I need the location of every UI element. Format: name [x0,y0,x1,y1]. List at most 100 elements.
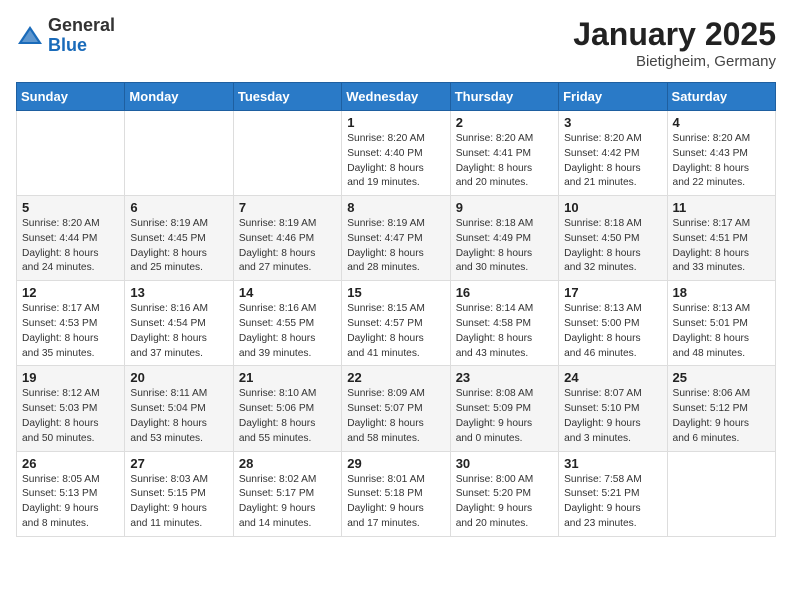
day-number: 18 [673,285,770,300]
day-info: Sunrise: 8:09 AM Sunset: 5:07 PM Dayligh… [347,387,444,446]
day-number: 29 [347,456,444,471]
calendar-cell [233,111,341,196]
day-info: Sunrise: 8:10 AM Sunset: 5:06 PM Dayligh… [239,387,336,446]
day-info: Sunrise: 8:18 AM Sunset: 4:50 PM Dayligh… [564,217,661,276]
calendar-cell: 2 Sunrise: 8:20 AM Sunset: 4:41 PM Daylig… [450,111,558,196]
calendar-cell: 14 Sunrise: 8:16 AM Sunset: 4:55 PM Dayli… [233,281,341,366]
day-info: Sunrise: 8:01 AM Sunset: 5:18 PM Dayligh… [347,473,444,532]
day-number: 27 [130,456,227,471]
calendar-cell: 28Sunrise: 8:02 AM Sunset: 5:17 PM Dayli… [233,451,341,536]
day-info: Sunrise: 8:11 AM Sunset: 5:04 PM Dayligh… [130,387,227,446]
day-info: Sunrise: 8:13 AM Sunset: 5:01 PM Dayligh… [673,302,770,361]
day-info: Sunrise: 8:00 AM Sunset: 5:20 PM Dayligh… [456,473,553,532]
day-number: 10 [564,200,661,215]
calendar-cell [667,451,775,536]
day-info: Sunrise: 8:17 AM Sunset: 4:53 PM Dayligh… [22,302,119,361]
day-number: 15 [347,285,444,300]
day-info: Sunrise: 8:15 AM Sunset: 4:57 PM Dayligh… [347,302,444,361]
day-info: Sunrise: 8:20 AM Sunset: 4:41 PM Dayligh… [456,132,553,191]
calendar-header-monday: Monday [125,83,233,111]
calendar-cell: 7Sunrise: 8:19 AM Sunset: 4:46 PM Daylig… [233,196,341,281]
calendar-week-3: 12 Sunrise: 8:17 AM Sunset: 4:53 PM Dayli… [17,281,776,366]
title-block: January 2025 Bietigheim, Germany [573,16,776,70]
day-info: Sunrise: 8:20 AM Sunset: 4:40 PM Dayligh… [347,132,444,191]
day-info: Sunrise: 8:20 AM Sunset: 4:42 PM Dayligh… [564,132,661,191]
calendar-cell: 24 Sunrise: 8:07 AM Sunset: 5:10 PM Dayli… [559,366,667,451]
day-info: Sunrise: 8:07 AM Sunset: 5:10 PM Dayligh… [564,387,661,446]
calendar-cell: 19 Sunrise: 8:12 AM Sunset: 5:03 PM Dayli… [17,366,125,451]
calendar-table: SundayMondayTuesdayWednesdayThursdayFrid… [16,82,776,537]
day-info: Sunrise: 8:13 AM Sunset: 5:00 PM Dayligh… [564,302,661,361]
calendar-header-thursday: Thursday [450,83,558,111]
calendar-cell: 6 Sunrise: 8:19 AM Sunset: 4:45 PM Daylig… [125,196,233,281]
day-number: 25 [673,370,770,385]
day-info: Sunrise: 8:06 AM Sunset: 5:12 PM Dayligh… [673,387,770,446]
calendar-cell: 5Sunrise: 8:20 AM Sunset: 4:44 PM Daylig… [17,196,125,281]
day-number: 21 [239,370,336,385]
calendar-cell: 8 Sunrise: 8:19 AM Sunset: 4:47 PM Daylig… [342,196,450,281]
calendar-cell: 3 Sunrise: 8:20 AM Sunset: 4:42 PM Daylig… [559,111,667,196]
day-info: Sunrise: 8:18 AM Sunset: 4:49 PM Dayligh… [456,217,553,276]
calendar-cell: 23Sunrise: 8:08 AM Sunset: 5:09 PM Dayli… [450,366,558,451]
day-number: 7 [239,200,336,215]
day-info: Sunrise: 8:12 AM Sunset: 5:03 PM Dayligh… [22,387,119,446]
day-number: 12 [22,285,119,300]
logo-blue-text: Blue [48,36,115,56]
day-info: Sunrise: 8:14 AM Sunset: 4:58 PM Dayligh… [456,302,553,361]
calendar-cell: 10 Sunrise: 8:18 AM Sunset: 4:50 PM Dayli… [559,196,667,281]
calendar-cell: 27 Sunrise: 8:03 AM Sunset: 5:15 PM Dayli… [125,451,233,536]
day-info: Sunrise: 8:19 AM Sunset: 4:47 PM Dayligh… [347,217,444,276]
day-number: 5 [22,200,119,215]
month-title: January 2025 [573,16,776,53]
day-number: 1 [347,115,444,130]
calendar-cell: 16 Sunrise: 8:14 AM Sunset: 4:58 PM Dayli… [450,281,558,366]
calendar-week-5: 26Sunrise: 8:05 AM Sunset: 5:13 PM Dayli… [17,451,776,536]
logo-icon [16,22,44,50]
calendar-week-2: 5Sunrise: 8:20 AM Sunset: 4:44 PM Daylig… [17,196,776,281]
day-number: 17 [564,285,661,300]
day-info: Sunrise: 8:08 AM Sunset: 5:09 PM Dayligh… [456,387,553,446]
calendar-header-sunday: Sunday [17,83,125,111]
location-text: Bietigheim, Germany [573,53,776,70]
calendar-cell: 12 Sunrise: 8:17 AM Sunset: 4:53 PM Dayli… [17,281,125,366]
day-number: 28 [239,456,336,471]
day-number: 8 [347,200,444,215]
calendar-cell: 15 Sunrise: 8:15 AM Sunset: 4:57 PM Dayli… [342,281,450,366]
day-number: 11 [673,200,770,215]
calendar-cell: 18 Sunrise: 8:13 AM Sunset: 5:01 PM Dayli… [667,281,775,366]
day-number: 24 [564,370,661,385]
day-info: Sunrise: 8:20 AM Sunset: 4:43 PM Dayligh… [673,132,770,191]
day-number: 31 [564,456,661,471]
calendar-header-friday: Friday [559,83,667,111]
calendar-cell: 31 Sunrise: 7:58 AM Sunset: 5:21 PM Dayli… [559,451,667,536]
calendar-cell: 1 Sunrise: 8:20 AM Sunset: 4:40 PM Daylig… [342,111,450,196]
day-number: 20 [130,370,227,385]
day-info: Sunrise: 8:03 AM Sunset: 5:15 PM Dayligh… [130,473,227,532]
calendar-week-4: 19 Sunrise: 8:12 AM Sunset: 5:03 PM Dayli… [17,366,776,451]
day-number: 19 [22,370,119,385]
logo-text: General Blue [48,16,115,56]
day-number: 3 [564,115,661,130]
day-number: 16 [456,285,553,300]
day-number: 22 [347,370,444,385]
logo-general-text: General [48,16,115,36]
calendar-cell: 29 Sunrise: 8:01 AM Sunset: 5:18 PM Dayli… [342,451,450,536]
calendar-header-saturday: Saturday [667,83,775,111]
day-number: 26 [22,456,119,471]
day-number: 4 [673,115,770,130]
calendar-cell: 13Sunrise: 8:16 AM Sunset: 4:54 PM Dayli… [125,281,233,366]
day-number: 2 [456,115,553,130]
calendar-header-wednesday: Wednesday [342,83,450,111]
day-info: Sunrise: 8:16 AM Sunset: 4:55 PM Dayligh… [239,302,336,361]
day-number: 6 [130,200,227,215]
calendar-cell: 25 Sunrise: 8:06 AM Sunset: 5:12 PM Dayli… [667,366,775,451]
day-number: 14 [239,285,336,300]
calendar-cell: 30Sunrise: 8:00 AM Sunset: 5:20 PM Dayli… [450,451,558,536]
calendar-cell: 11Sunrise: 8:17 AM Sunset: 4:51 PM Dayli… [667,196,775,281]
calendar-header-tuesday: Tuesday [233,83,341,111]
day-info: Sunrise: 8:19 AM Sunset: 4:45 PM Dayligh… [130,217,227,276]
page-header: General Blue January 2025 Bietigheim, Ge… [16,16,776,70]
calendar-cell: 21 Sunrise: 8:10 AM Sunset: 5:06 PM Dayli… [233,366,341,451]
day-info: Sunrise: 7:58 AM Sunset: 5:21 PM Dayligh… [564,473,661,532]
calendar-cell: 9Sunrise: 8:18 AM Sunset: 4:49 PM Daylig… [450,196,558,281]
